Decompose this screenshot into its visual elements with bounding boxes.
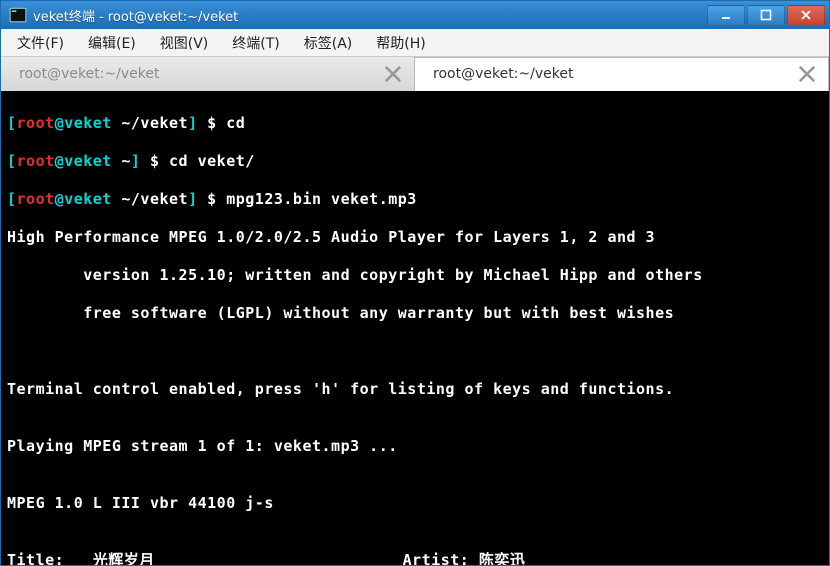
tab-strip: root@veket:~/veket root@veket:~/veket [1,57,829,91]
terminal-line: Terminal control enabled, press 'h' for … [7,380,823,399]
terminal-line: Playing MPEG stream 1 of 1: veket.mp3 ..… [7,437,823,456]
terminal-output[interactable]: [root@veket ~/veket] $ cd [root@veket ~]… [1,91,829,565]
window-titlebar: veket终端 - root@veket:~/veket [1,1,829,29]
menu-tabs[interactable]: 标签(A) [294,30,363,56]
terminal-line: [root@veket ~] $ cd veket/ [7,152,823,171]
terminal-line: Title: 光辉岁月 Artist: 陈奕迅 [7,551,823,565]
menu-help[interactable]: 帮助(H) [366,30,435,56]
tab-1[interactable]: root@veket:~/veket [1,57,415,91]
menu-file[interactable]: 文件(F) [7,30,74,56]
tab-close-icon[interactable] [798,65,816,83]
menubar: 文件(F) 编辑(E) 视图(V) 终端(T) 标签(A) 帮助(H) [1,29,829,57]
terminal-line: [root@veket ~/veket] $ cd [7,114,823,133]
terminal-line: MPEG 1.0 L III vbr 44100 j-s [7,494,823,513]
tab-label: root@veket:~/veket [19,66,384,82]
terminal-line: [root@veket ~/veket] $ mpg123.bin veket.… [7,190,823,209]
terminal-line: free software (LGPL) without any warrant… [7,304,823,323]
menu-terminal[interactable]: 终端(T) [222,30,289,56]
tab-label: root@veket:~/veket [433,66,798,82]
minimize-button[interactable] [707,5,745,25]
app-icon [9,6,27,24]
terminal-line: High Performance MPEG 1.0/2.0/2.5 Audio … [7,228,823,247]
maximize-button[interactable] [747,5,785,25]
window-buttons [707,5,825,25]
close-button[interactable] [787,5,825,25]
menu-edit[interactable]: 编辑(E) [78,30,146,56]
terminal-line: version 1.25.10; written and copyright b… [7,266,823,285]
tab-2[interactable]: root@veket:~/veket [415,57,829,91]
menu-view[interactable]: 视图(V) [150,30,219,56]
tab-close-icon[interactable] [384,65,402,83]
window-title: veket终端 - root@veket:~/veket [33,6,707,25]
